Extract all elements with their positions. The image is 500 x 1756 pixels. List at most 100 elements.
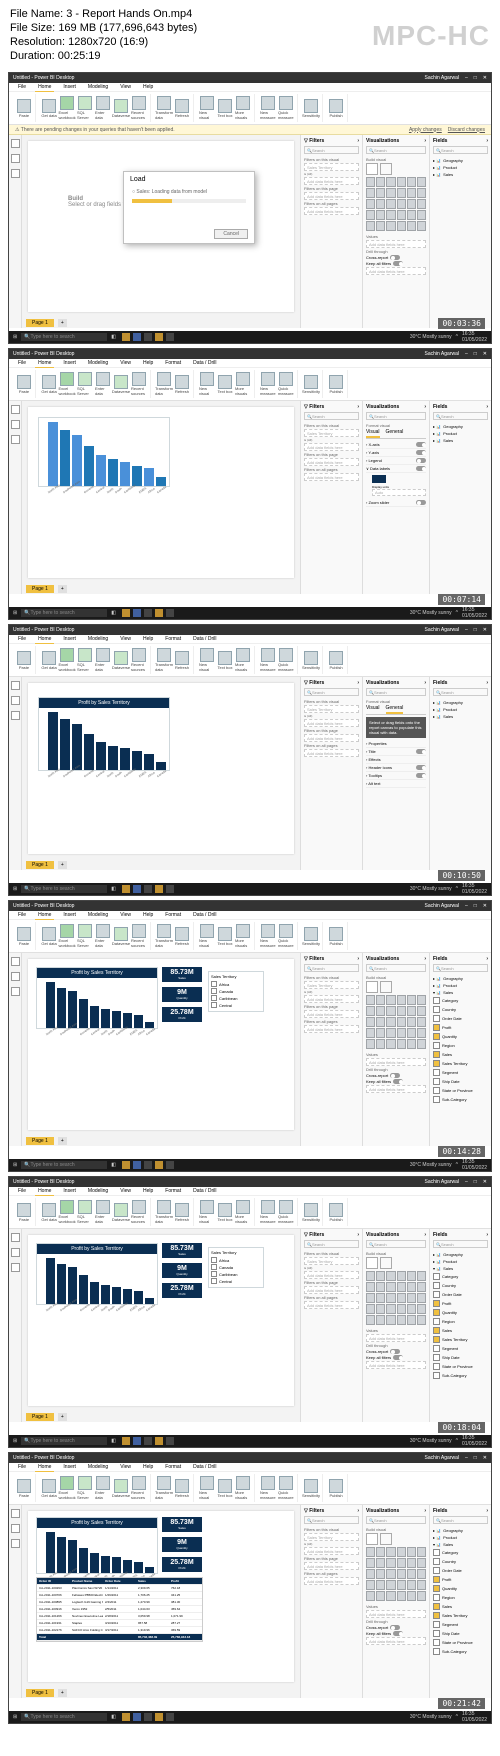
filters-search[interactable]: 🔍 Search — [304, 1240, 359, 1248]
report-view-icon[interactable] — [11, 681, 20, 690]
ribbon-paste[interactable]: Paste — [16, 646, 32, 674]
field-item[interactable]: Order Date — [433, 1566, 488, 1575]
ribbon-sql[interactable]: SQL Server — [77, 370, 93, 398]
field-checkbox[interactable] — [433, 1612, 440, 1619]
viz-type-icon[interactable] — [417, 210, 426, 220]
field-item[interactable]: Segment — [433, 1344, 488, 1353]
field-item[interactable]: Region — [433, 1041, 488, 1050]
user-name[interactable]: Sachin Agarwal — [425, 627, 459, 633]
report-page[interactable]: Profit by Sales Territory North AsiaSout… — [28, 1235, 294, 1406]
menu-insert[interactable]: Insert — [60, 83, 79, 91]
menu-home[interactable]: Home — [35, 1463, 54, 1472]
ribbon-sensitivity[interactable]: Sensitivity — [303, 1474, 319, 1502]
bar[interactable] — [46, 1532, 55, 1573]
format-tab-icon[interactable] — [380, 981, 392, 993]
viz-type-icon[interactable] — [407, 1304, 416, 1314]
field-item[interactable]: Region — [433, 1317, 488, 1326]
ribbon-enter[interactable]: Enter data — [95, 1198, 111, 1226]
filter-item[interactable]: Sales Territory — [304, 981, 359, 989]
field-item[interactable]: Segment — [433, 1620, 488, 1629]
menu-modeling[interactable]: Modeling — [85, 1187, 111, 1195]
model-view-icon[interactable] — [11, 711, 20, 720]
viz-type-icon[interactable] — [376, 1558, 385, 1568]
close-button[interactable]: ✕ — [483, 1455, 487, 1461]
menu-format[interactable]: Format — [162, 359, 184, 367]
bar[interactable] — [120, 462, 130, 486]
ribbon-sensitivity[interactable]: Sensitivity — [303, 1198, 319, 1226]
add-page-button[interactable]: + — [58, 861, 67, 869]
field-checkbox[interactable] — [433, 1291, 440, 1298]
viz-type-icon[interactable] — [366, 1039, 375, 1049]
maximize-button[interactable]: □ — [474, 627, 477, 633]
page-tab[interactable]: Page 1 — [26, 1413, 54, 1421]
weather[interactable]: 30°C Mostly sunny — [410, 886, 452, 892]
ribbon-sensitivity[interactable]: Sensitivity — [303, 922, 319, 950]
viz-type-icon[interactable] — [366, 1006, 375, 1016]
viz-type-icon[interactable] — [366, 1315, 375, 1325]
bar-chart-visual[interactable]: North AsiaSoutheast AsiaOceaniaCentralNo… — [38, 417, 170, 487]
ribbon-quick[interactable]: Quick measure — [278, 646, 294, 674]
filters-search[interactable]: 🔍 Search — [304, 146, 359, 154]
viz-type-icon[interactable] — [407, 1293, 416, 1303]
viz-type-icon[interactable] — [407, 1580, 416, 1590]
viz-type-icon[interactable] — [397, 221, 406, 231]
collapse-icon[interactable]: › — [357, 956, 359, 962]
field-checkbox[interactable] — [433, 1006, 440, 1013]
clock[interactable]: 16:3501/05/2022 — [462, 331, 487, 343]
viz-type-icon[interactable] — [376, 1017, 385, 1027]
field-item[interactable]: Sub-Category — [433, 1647, 488, 1656]
viz-type-icon[interactable] — [397, 1028, 406, 1038]
taskbar-search[interactable]: 🔍 Type here to search — [21, 1713, 107, 1721]
report-page[interactable]: Profit by Sales Territory North AsiaSout… — [28, 1511, 294, 1682]
collapse-icon[interactable]: › — [486, 680, 488, 686]
ribbon-text_box[interactable]: Text box — [217, 1198, 233, 1226]
slicer-visual[interactable]: Sales Territory Africa Canada Caribbean … — [208, 1247, 264, 1288]
field-item[interactable]: State or Province — [433, 1362, 488, 1371]
kpi-sales[interactable]: 85.73MSales — [162, 967, 202, 982]
store-icon[interactable] — [144, 885, 152, 893]
viz-type-icon[interactable] — [386, 1271, 395, 1281]
ribbon-measure[interactable]: New measure — [260, 646, 276, 674]
maximize-button[interactable]: □ — [474, 351, 477, 357]
data-view-icon[interactable] — [11, 420, 20, 429]
bar[interactable] — [108, 459, 118, 486]
ribbon-excel[interactable]: Excel workbook — [59, 94, 75, 122]
viz-type-icon[interactable] — [417, 1580, 426, 1590]
ribbon-paste[interactable]: Paste — [16, 1474, 32, 1502]
menu-file[interactable]: File — [15, 1463, 29, 1471]
viz-type-icon[interactable] — [366, 199, 375, 209]
viz-type-icon[interactable] — [417, 188, 426, 198]
video-thumbnail[interactable]: Untitled - Power BI Desktop Sachin Agarw… — [8, 1176, 492, 1448]
collapse-icon[interactable]: › — [357, 1508, 359, 1514]
viz-type-icon[interactable] — [376, 1293, 385, 1303]
keep-filters-toggle[interactable] — [393, 1355, 403, 1360]
menu-insert[interactable]: Insert — [60, 1463, 79, 1471]
bar[interactable] — [112, 1557, 121, 1573]
data-view-icon[interactable] — [11, 1248, 20, 1257]
ribbon-enter[interactable]: Enter data — [95, 370, 111, 398]
viz-type-icon[interactable] — [376, 210, 385, 220]
data-table-visual[interactable]: Order IDProduct NameOrder DateSalesProfi… — [36, 1577, 203, 1642]
report-view-icon[interactable] — [11, 1509, 20, 1518]
ribbon-refresh[interactable]: Refresh — [174, 370, 190, 398]
viz-type-icon[interactable] — [417, 221, 426, 231]
viz-type-icon[interactable] — [397, 1039, 406, 1049]
ribbon-quick[interactable]: Quick measure — [278, 1474, 294, 1502]
app-icon[interactable] — [166, 1437, 174, 1445]
app-icon[interactable] — [166, 609, 174, 617]
ribbon-get_data[interactable]: Get data — [41, 1198, 57, 1226]
ribbon-text_box[interactable]: Text box — [217, 94, 233, 122]
viz-type-icon[interactable] — [376, 1039, 385, 1049]
viz-type-icon[interactable] — [417, 199, 426, 209]
collapse-icon[interactable]: › — [357, 1232, 359, 1238]
ribbon-transform[interactable]: Transform data — [156, 922, 172, 950]
app-icon[interactable] — [155, 609, 163, 617]
close-button[interactable]: ✕ — [483, 351, 487, 357]
ribbon-quick[interactable]: Quick measure — [278, 1198, 294, 1226]
ribbon-get_data[interactable]: Get data — [41, 922, 57, 950]
viz-type-icon[interactable] — [376, 1315, 385, 1325]
table-item[interactable]: ▸ 📊 Sales — [433, 437, 488, 444]
field-item[interactable]: Country — [433, 1281, 488, 1290]
viz-type-icon[interactable] — [376, 995, 385, 1005]
field-checkbox[interactable] — [433, 1309, 440, 1316]
